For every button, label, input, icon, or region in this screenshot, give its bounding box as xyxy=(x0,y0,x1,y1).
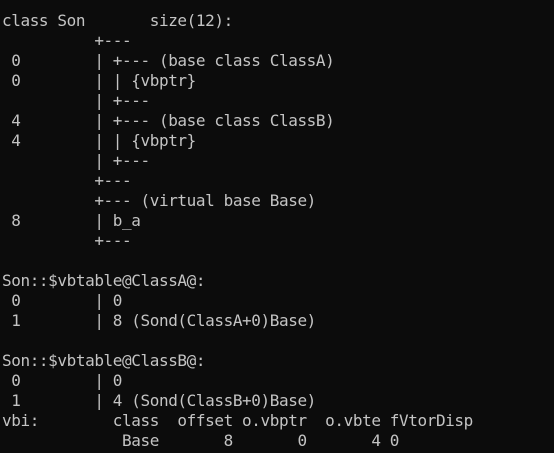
output-line-vbtable-classa-entry-0: 0 | 0 xyxy=(2,291,123,310)
output-line-vbtable-classb-header: Son::$vbtable@ClassB@: xyxy=(2,351,206,370)
output-line-class-header: class Son size(12): xyxy=(2,11,233,30)
output-line-vbtable-classa-entry-1: 1 | 8 (Sond(ClassA+0)Base) xyxy=(2,311,316,330)
output-line-separator: +--- xyxy=(2,231,132,250)
output-line-separator: | +--- xyxy=(2,151,150,170)
output-line-vbtable-classa-header: Son::$vbtable@ClassA@: xyxy=(2,271,206,290)
output-line-separator: | +--- xyxy=(2,91,150,110)
console-window[interactable]: class Son size(12): +--- 0 | +--- (base … xyxy=(0,0,554,453)
output-line-member-b-a: 8 | b_a xyxy=(2,211,141,230)
output-line-classa-vbptr: 0 | | {vbptr} xyxy=(2,71,196,90)
output-line-blank xyxy=(2,331,473,351)
output-line-vbtable-classb-entry-0: 0 | 0 xyxy=(2,371,123,390)
output-line-virtual-base: +--- (virtual base Base) xyxy=(2,191,316,210)
output-line-base-classa: 0 | +--- (base class ClassA) xyxy=(2,51,335,70)
output-line-blank xyxy=(2,251,473,271)
output-line-separator: +--- xyxy=(2,31,132,50)
output-line-classb-vbptr: 4 | | {vbptr} xyxy=(2,131,196,150)
console-output: class Son size(12): +--- 0 | +--- (base … xyxy=(2,11,473,451)
output-line-vbtable-classb-entry-1: 1 | 4 (Sond(ClassB+0)Base) xyxy=(2,391,316,410)
output-line-separator: +--- xyxy=(2,171,132,190)
output-line-base-classb: 4 | +--- (base class ClassB) xyxy=(2,111,335,130)
output-line-vbi-row: Base 8 0 4 0 xyxy=(2,431,400,450)
output-line-vbi-header: vbi: class offset o.vbptr o.vbte fVtorDi… xyxy=(2,411,473,430)
